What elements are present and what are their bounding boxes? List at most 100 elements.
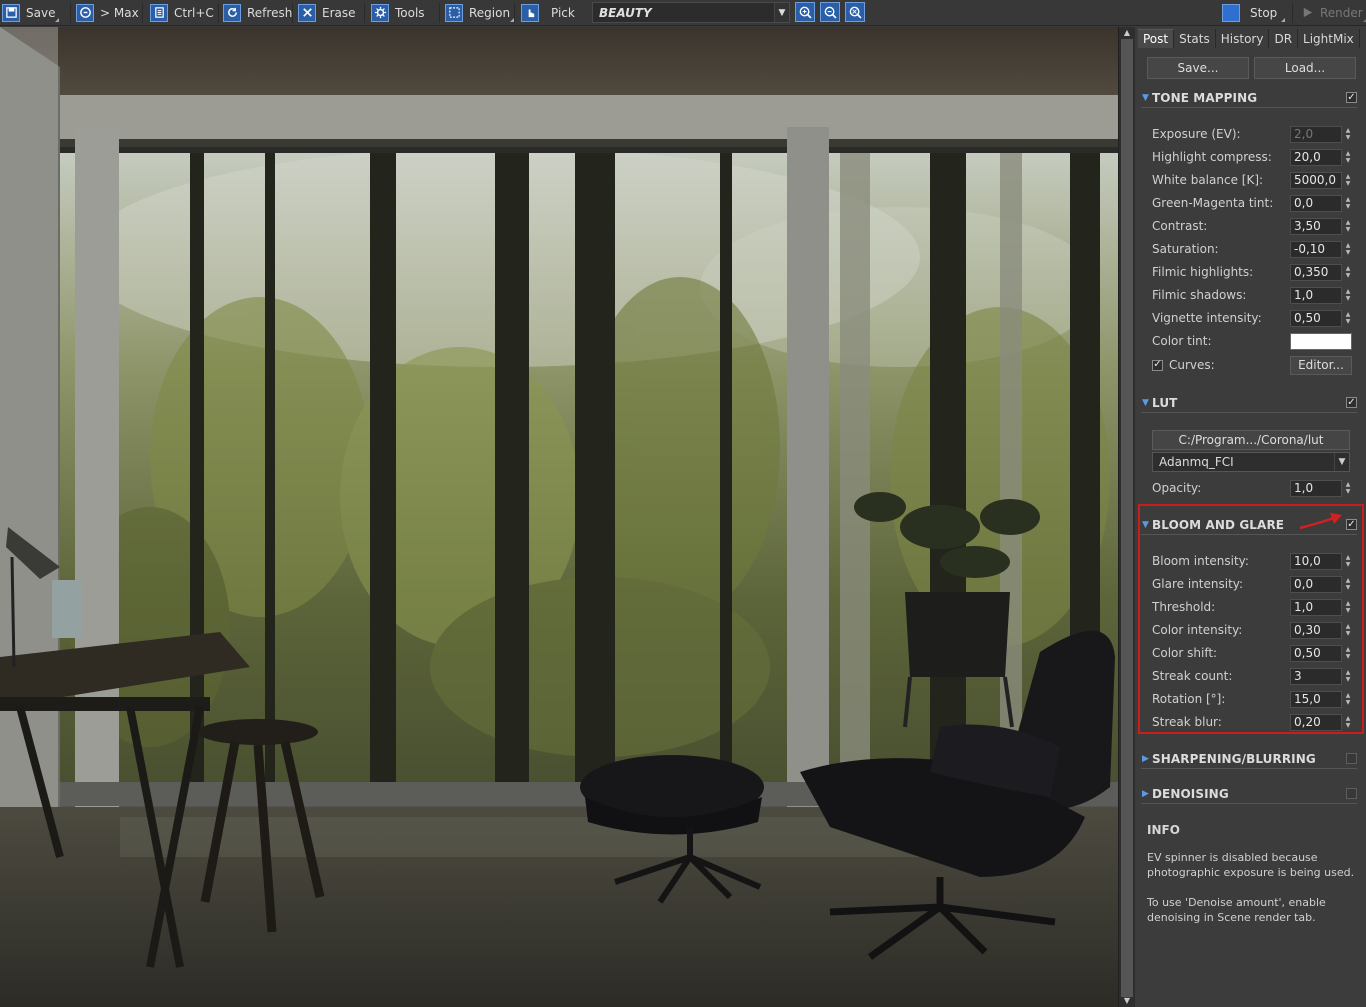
tone-mapping-param-spinner[interactable]: -0,10 <box>1290 240 1342 258</box>
tone-mapping-param-label: Green-Magenta tint: <box>1152 196 1274 210</box>
tone-mapping-param-spinner[interactable]: 0,0 <box>1290 194 1342 212</box>
spinner-arrows-icon[interactable]: ▲ ▼ <box>1344 149 1352 166</box>
bloom-glare-param-spinner[interactable]: 0,20 <box>1290 713 1342 731</box>
expand-triangle-icon: ▼ <box>1142 519 1149 530</box>
stop-square-icon <box>1222 3 1240 22</box>
render-label: Render <box>1320 5 1363 20</box>
post-save-button[interactable]: Save... <box>1147 57 1249 79</box>
color-tint-swatch[interactable] <box>1290 332 1352 350</box>
tone-mapping-param-label: Filmic shadows: <box>1152 288 1247 302</box>
spinner-arrows-icon[interactable]: ▲ ▼ <box>1344 195 1352 212</box>
region-button[interactable]: Region <box>445 2 515 23</box>
tone-mapping-param-spinner[interactable]: 0,50 <box>1290 309 1342 327</box>
bloom-glare-param-label: Streak count: <box>1152 669 1233 683</box>
lut-header[interactable]: ▼ LUT ✓ <box>1141 393 1357 413</box>
viewport-scrollbar[interactable]: ▲ ▼ <box>1118 27 1135 1007</box>
lut-file-dropdown[interactable]: Adanmq_FCI ▼ <box>1152 452 1350 472</box>
lut-path-button[interactable]: C:/Program.../Corona/lut <box>1152 430 1350 450</box>
spinner-arrows-icon[interactable]: ▲ ▼ <box>1344 310 1352 327</box>
denoising-header[interactable]: ▶ DENOISING <box>1141 784 1357 804</box>
tab-stats[interactable]: Stats <box>1174 29 1216 48</box>
spinner-arrows-icon[interactable]: ▲ ▼ <box>1344 691 1352 708</box>
pick-button[interactable]: Pick <box>521 2 575 23</box>
region-label: Region <box>469 5 511 20</box>
tab-lightmix[interactable]: LightMix <box>1298 29 1360 48</box>
tab-history[interactable]: History <box>1216 29 1270 48</box>
bloom-glare-header[interactable]: ▼ BLOOM AND GLARE ✓ <box>1141 513 1357 535</box>
tone-mapping-param-spinner[interactable]: 20,0 <box>1290 148 1342 166</box>
scroll-down-arrow-icon[interactable]: ▼ <box>1122 996 1132 1006</box>
bloom-glare-param-label: Streak blur: <box>1152 715 1222 729</box>
scrollbar-thumb[interactable] <box>1121 39 1133 997</box>
spinner-arrows-icon[interactable]: ▲ ▼ <box>1344 622 1352 639</box>
bloom-glare-param-spinner[interactable]: 0,30 <box>1290 621 1342 639</box>
bloom-glare-param-spinner[interactable]: 15,0 <box>1290 690 1342 708</box>
bloom-glare-param-label: Threshold: <box>1152 600 1216 614</box>
zoom-fit-icon[interactable] <box>845 2 865 22</box>
erase-button[interactable]: Erase <box>298 2 356 23</box>
bloom-glare-param-spinner[interactable]: 0,50 <box>1290 644 1342 662</box>
refresh-button[interactable]: Refresh <box>223 2 292 23</box>
denoising-title: DENOISING <box>1152 786 1229 801</box>
scroll-up-arrow-icon[interactable]: ▲ <box>1122 28 1132 38</box>
bloom-glare-param-spinner[interactable]: 3 <box>1290 667 1342 685</box>
spinner-arrows-icon[interactable]: ▲ ▼ <box>1344 264 1352 281</box>
tab-post[interactable]: Post <box>1138 29 1175 48</box>
tone-mapping-param-spinner[interactable]: 0,350 <box>1290 263 1342 281</box>
render-pass-dropdown[interactable]: BEAUTY ▼ <box>592 2 790 23</box>
bloom-glare-param-spinner[interactable]: 0,0 <box>1290 575 1342 593</box>
max-label: > Max <box>100 5 139 20</box>
chevron-down-icon: ▼ <box>1334 453 1349 471</box>
tone-mapping-param-spinner[interactable]: 1,0 <box>1290 286 1342 304</box>
tone-mapping-param-row: White balance [K]: 5000,0 ▲ ▼ <box>1152 170 1352 190</box>
tone-mapping-checkbox[interactable]: ✓ <box>1346 92 1357 103</box>
curves-editor-button[interactable]: Editor... <box>1290 355 1352 375</box>
spinner-arrows-icon[interactable]: ▲ ▼ <box>1344 172 1352 189</box>
copy-button[interactable]: Ctrl+C <box>150 2 214 23</box>
spinner-arrows-icon[interactable]: ▲ ▼ <box>1344 218 1352 235</box>
spinner-arrows-icon[interactable]: ▲ ▼ <box>1344 599 1352 616</box>
lut-checkbox[interactable]: ✓ <box>1346 397 1357 408</box>
bloom-glare-checkbox[interactable]: ✓ <box>1346 519 1357 530</box>
refresh-label: Refresh <box>247 5 293 20</box>
render-button[interactable]: Render <box>1298 2 1366 23</box>
zoom-in-icon[interactable] <box>795 2 815 22</box>
spinner-arrows-icon[interactable]: ▲ ▼ <box>1344 126 1352 143</box>
tone-mapping-param-spinner[interactable]: 5000,0 <box>1290 171 1342 189</box>
spinner-arrows-icon[interactable]: ▲ ▼ <box>1344 480 1352 497</box>
lut-title: LUT <box>1152 395 1178 410</box>
spinner-arrows-icon[interactable]: ▲ ▼ <box>1344 668 1352 685</box>
send-to-max-button[interactable]: > Max <box>76 2 139 23</box>
info-text-denoise: To use 'Denoise amount', enable denoisin… <box>1147 896 1326 924</box>
bloom-glare-param-row: Glare intensity: 0,0 ▲ ▼ <box>1152 574 1352 594</box>
spinner-arrows-icon[interactable]: ▲ ▼ <box>1344 553 1352 570</box>
bloom-glare-param-label: Color shift: <box>1152 646 1218 660</box>
tone-mapping-param-spinner[interactable]: 3,50 <box>1290 217 1342 235</box>
spinner-arrows-icon[interactable]: ▲ ▼ <box>1344 287 1352 304</box>
info-title: INFO <box>1147 823 1180 837</box>
render-viewport[interactable] <box>0 27 1118 1007</box>
bloom-glare-param-row: Rotation [°]: 15,0 ▲ ▼ <box>1152 689 1352 709</box>
zoom-out-icon[interactable] <box>820 2 840 22</box>
spinner-arrows-icon[interactable]: ▲ ▼ <box>1344 645 1352 662</box>
bloom-glare-param-spinner[interactable]: 1,0 <box>1290 598 1342 616</box>
bloom-glare-param-row: Streak count: 3 ▲ ▼ <box>1152 666 1352 686</box>
spinner-arrows-icon[interactable]: ▲ ▼ <box>1344 241 1352 258</box>
bloom-glare-param-spinner[interactable]: 10,0 <box>1290 552 1342 570</box>
denoising-checkbox[interactable] <box>1346 788 1357 799</box>
stop-button[interactable]: Stop <box>1222 2 1286 23</box>
tone-mapping-header[interactable]: ▼ TONE MAPPING ✓ <box>1141 88 1357 108</box>
spinner-arrows-icon[interactable]: ▲ ▼ <box>1344 714 1352 731</box>
lut-file-value: Adanmq_FCI <box>1159 455 1234 469</box>
collapsed-triangle-icon: ▶ <box>1142 753 1149 764</box>
curves-checkbox[interactable]: ✓ <box>1152 359 1163 371</box>
save-button[interactable]: Save <box>2 2 60 23</box>
sharpening-header[interactable]: ▶ SHARPENING/BLURRING <box>1141 749 1357 769</box>
spinner-arrows-icon[interactable]: ▲ ▼ <box>1344 576 1352 593</box>
tools-button[interactable]: Tools <box>371 2 425 23</box>
sharpening-checkbox[interactable] <box>1346 753 1357 764</box>
post-load-button[interactable]: Load... <box>1254 57 1356 79</box>
lut-opacity-spinner[interactable]: 1,0 <box>1290 479 1342 497</box>
tab-dr[interactable]: DR <box>1269 29 1299 48</box>
tone-mapping-param-row: Highlight compress: 20,0 ▲ ▼ <box>1152 147 1352 167</box>
